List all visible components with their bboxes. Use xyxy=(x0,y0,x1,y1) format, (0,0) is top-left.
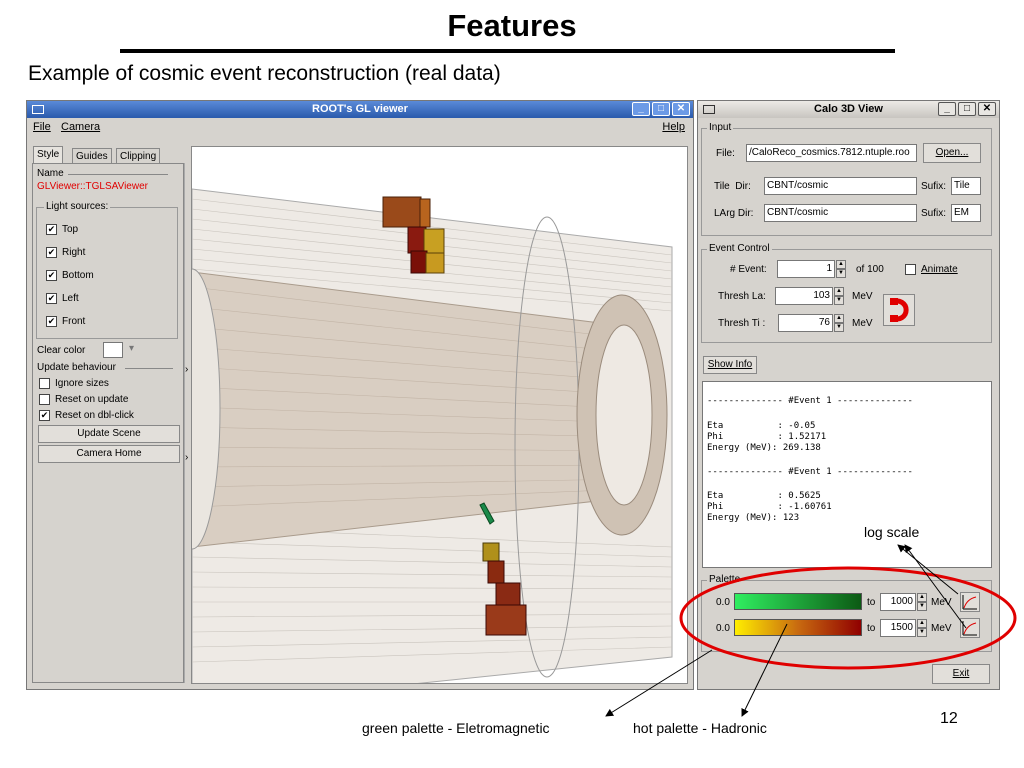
page-number: 12 xyxy=(940,710,958,727)
log-scale-annotation: log scale xyxy=(864,524,920,540)
hot-palette-annotation: hot palette - Hadronic xyxy=(633,720,767,736)
arrow-green-palette xyxy=(605,649,713,717)
arrow-log-scale-1 xyxy=(897,544,959,595)
arrow-hot-palette xyxy=(741,623,788,717)
annotation-overlay xyxy=(605,544,1017,717)
palette-highlight-ellipse xyxy=(679,566,1017,670)
green-palette-annotation: green palette - Eletromagnetic xyxy=(362,720,550,736)
arrow-log-scale-2 xyxy=(904,544,967,629)
